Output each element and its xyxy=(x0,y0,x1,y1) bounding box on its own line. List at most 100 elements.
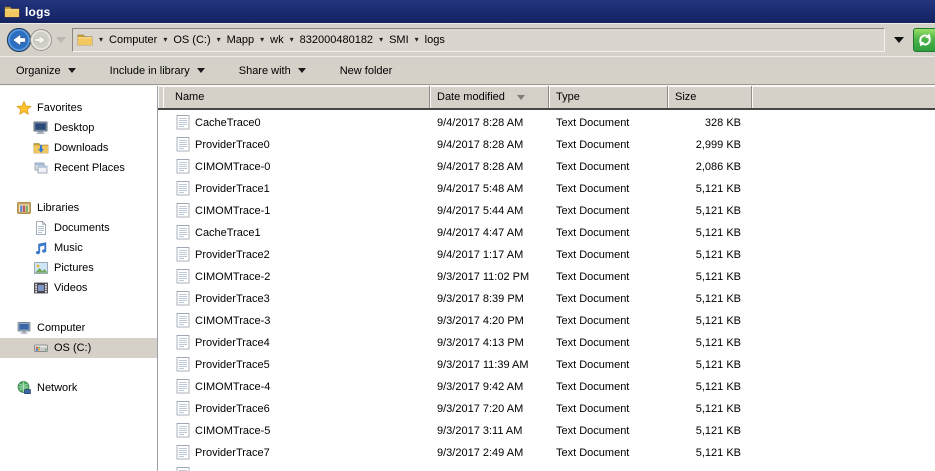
sidebar-item-videos[interactable]: Videos xyxy=(0,278,157,298)
refresh-button[interactable] xyxy=(913,28,935,52)
address-bar[interactable]: ▾ Computer ▾ OS (C:) ▾ Mapp ▾ wk ▾ 83200… xyxy=(72,28,885,52)
sidebar-item-documents[interactable]: Documents xyxy=(0,218,157,238)
sidebar-item-label: OS (C:) xyxy=(54,342,92,354)
sidebar-item-favorites[interactable]: Favorites xyxy=(0,98,157,118)
desktop-icon xyxy=(33,120,49,136)
sidebar-item-computer[interactable]: Computer xyxy=(0,318,157,338)
file-date-modified: 9/3/2017 8:39 PM xyxy=(437,293,524,305)
breadcrumb-segment[interactable]: wk xyxy=(270,34,283,46)
text-document-icon xyxy=(176,466,190,471)
file-name: CIMOMTrace-3 xyxy=(195,315,271,327)
file-size: 5,121 KB xyxy=(695,249,741,261)
dropdown-arrow-icon xyxy=(67,68,76,73)
sidebar-item-recent-places[interactable]: Recent Places xyxy=(0,158,157,178)
breadcrumb-segment[interactable]: 832000480182 xyxy=(300,34,373,46)
command-toolbar: Organize Include in library Share with N… xyxy=(0,57,935,85)
breadcrumb-separator-icon[interactable]: ▾ xyxy=(217,36,221,44)
address-history-dropdown-icon[interactable] xyxy=(894,37,904,43)
file-row[interactable]: CIMOMTrace-2 9/3/2017 11:02 PM Text Docu… xyxy=(158,266,935,288)
file-type: Text Document xyxy=(556,271,630,283)
file-size: 5,121 KB xyxy=(695,337,741,349)
column-label: Type xyxy=(556,91,580,103)
file-date-modified: 9/4/2017 5:48 AM xyxy=(437,183,524,195)
column-header-date-modified[interactable]: Date modified xyxy=(430,86,549,108)
column-header-type[interactable]: Type xyxy=(549,86,668,108)
sidebar-item-music[interactable]: Music xyxy=(0,238,157,258)
text-document-icon xyxy=(176,268,190,287)
breadcrumb-segment[interactable]: Mapp xyxy=(227,34,255,46)
sidebar-item-label: Favorites xyxy=(37,102,83,114)
breadcrumb-separator-icon[interactable]: ▾ xyxy=(99,36,103,44)
column-header-name[interactable]: Name xyxy=(163,86,430,108)
sidebar-item-network[interactable]: Network xyxy=(0,378,157,398)
breadcrumb-separator-icon[interactable]: ▾ xyxy=(163,36,167,44)
file-row[interactable]: ProviderTrace0 9/4/2017 8:28 AM Text Doc… xyxy=(158,134,935,156)
dropdown-arrow-icon xyxy=(297,68,306,73)
file-date-modified: 9/3/2017 11:02 PM xyxy=(437,271,530,283)
sidebar-item-downloads[interactable]: Downloads xyxy=(0,138,157,158)
column-headers: Name Date modified Type Size xyxy=(158,86,935,110)
include-in-library-button[interactable]: Include in library xyxy=(106,62,209,80)
file-row[interactable]: ProviderTrace4 9/3/2017 4:13 PM Text Doc… xyxy=(158,332,935,354)
file-row[interactable]: CIMOMTrace-1 9/4/2017 5:44 AM Text Docum… xyxy=(158,200,935,222)
file-row[interactable]: ProviderTrace7 9/3/2017 2:49 AM Text Doc… xyxy=(158,442,935,464)
breadcrumb-separator-icon[interactable]: ▾ xyxy=(379,36,383,44)
sidebar-item-label: Computer xyxy=(37,322,86,334)
sidebar-item-os-c[interactable]: OS (C:) xyxy=(0,338,157,358)
file-row[interactable]: CacheTrace0 9/4/2017 8:28 AM Text Docume… xyxy=(158,112,935,134)
file-row[interactable]: CacheTrace1 9/4/2017 4:47 AM Text Docume… xyxy=(158,222,935,244)
text-document-icon xyxy=(176,356,190,375)
file-type: Text Document xyxy=(556,359,630,371)
file-row-partial[interactable] xyxy=(158,464,935,471)
breadcrumb-separator-icon[interactable]: ▾ xyxy=(415,36,419,44)
file-name: ProviderTrace7 xyxy=(195,447,270,459)
new-folder-button[interactable]: New folder xyxy=(336,62,397,80)
navigation-pane: Favorites Desktop Downloads Recent Place… xyxy=(0,86,158,471)
text-document-icon xyxy=(176,444,190,463)
share-with-button[interactable]: Share with xyxy=(235,62,310,80)
file-row[interactable]: CIMOMTrace-0 9/4/2017 8:28 AM Text Docum… xyxy=(158,156,935,178)
text-document-icon xyxy=(176,224,190,243)
file-name: ProviderTrace0 xyxy=(195,139,270,151)
share-with-label: Share with xyxy=(238,64,291,77)
file-row[interactable]: ProviderTrace1 9/4/2017 5:48 AM Text Doc… xyxy=(158,178,935,200)
breadcrumb-separator-icon[interactable]: ▾ xyxy=(260,36,264,44)
breadcrumb-segment[interactable]: SMI xyxy=(389,34,409,46)
file-row[interactable]: ProviderTrace2 9/4/2017 1:17 AM Text Doc… xyxy=(158,244,935,266)
file-row[interactable]: CIMOMTrace-5 9/3/2017 3:11 AM Text Docum… xyxy=(158,420,935,442)
file-row[interactable]: ProviderTrace6 9/3/2017 7:20 AM Text Doc… xyxy=(158,398,935,420)
file-row[interactable]: CIMOMTrace-4 9/3/2017 9:42 AM Text Docum… xyxy=(158,376,935,398)
file-row[interactable]: CIMOMTrace-3 9/3/2017 4:20 PM Text Docum… xyxy=(158,310,935,332)
file-type: Text Document xyxy=(556,381,630,393)
folder-icon xyxy=(77,32,93,48)
forward-button[interactable] xyxy=(29,28,53,52)
file-date-modified: 9/3/2017 4:20 PM xyxy=(437,315,524,327)
text-document-icon xyxy=(176,136,190,155)
column-label: Name xyxy=(175,91,205,103)
file-name: CIMOMTrace-2 xyxy=(195,271,271,283)
file-type: Text Document xyxy=(556,227,630,239)
sidebar-item-desktop[interactable]: Desktop xyxy=(0,118,157,138)
breadcrumb-segment[interactable]: logs xyxy=(425,34,445,46)
file-name: CacheTrace1 xyxy=(195,227,261,239)
file-type: Text Document xyxy=(556,205,630,217)
file-row[interactable]: ProviderTrace5 9/3/2017 11:39 AM Text Do… xyxy=(158,354,935,376)
sidebar-item-libraries[interactable]: Libraries xyxy=(0,198,157,218)
file-row[interactable]: ProviderTrace3 9/3/2017 8:39 PM Text Doc… xyxy=(158,288,935,310)
file-date-modified: 9/3/2017 7:20 AM xyxy=(437,403,524,415)
text-document-icon xyxy=(176,180,190,199)
recent-pages-chevron-icon[interactable] xyxy=(56,37,66,43)
column-header-size[interactable]: Size xyxy=(668,86,752,108)
sidebar-item-label: Documents xyxy=(54,222,110,234)
file-size: 5,121 KB xyxy=(695,315,741,327)
breadcrumb-segment[interactable]: OS (C:) xyxy=(173,34,210,46)
file-name: CIMOMTrace-1 xyxy=(195,205,271,217)
organize-button[interactable]: Organize xyxy=(12,62,80,80)
file-size: 5,121 KB xyxy=(695,425,741,437)
text-document-icon xyxy=(176,114,190,133)
breadcrumb-segment[interactable]: Computer xyxy=(109,34,157,46)
breadcrumb-separator-icon[interactable]: ▾ xyxy=(290,36,294,44)
explorer-window: logs ▾ Computer ▾ OS (C:) ▾ Mapp ▾ wk ▾ … xyxy=(0,0,935,471)
sidebar-item-pictures[interactable]: Pictures xyxy=(0,258,157,278)
videos-icon xyxy=(33,280,49,296)
